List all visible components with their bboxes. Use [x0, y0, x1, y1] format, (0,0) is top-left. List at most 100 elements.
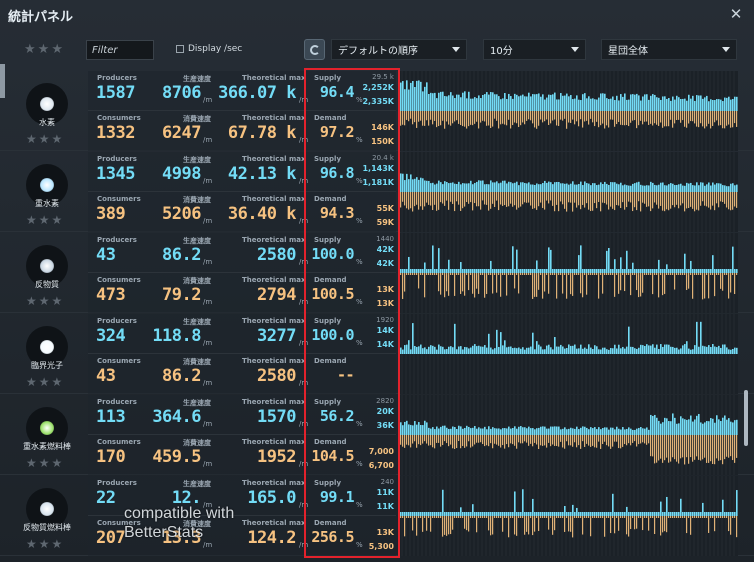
item-favorite-stars[interactable]: ★ ★ ★: [26, 457, 62, 470]
close-icon[interactable]: ✕: [728, 6, 744, 22]
item-favorite-stars[interactable]: ★ ★ ★: [26, 133, 62, 146]
demand-bar: [458, 435, 460, 442]
star-icon[interactable]: ★: [52, 538, 63, 551]
supply-bar: [724, 269, 726, 273]
item-favorite-stars[interactable]: ★ ★ ★: [26, 214, 62, 227]
supply-bar: [690, 512, 692, 516]
supply-bar: [642, 96, 644, 111]
supply-bar: [648, 429, 650, 435]
star-icon[interactable]: ★: [26, 457, 37, 470]
item-row[interactable]: 反物質 ★ ★ ★ Producers 43 生産速度 86.2 /m Theo…: [0, 233, 754, 313]
history-chart[interactable]: [398, 476, 738, 556]
supply-bar: [508, 93, 510, 111]
display-per-sec-toggle[interactable]: Display /sec: [176, 44, 242, 54]
star-icon[interactable]: ★: [52, 133, 63, 146]
demand-bar: [634, 435, 636, 442]
star-icon[interactable]: ★: [26, 376, 37, 389]
item-row[interactable]: 重水素燃料棒 ★ ★ ★ Producers 113 生産速度 364.6 /m…: [0, 395, 754, 475]
demand-bar: [694, 435, 696, 460]
demand-bar: [642, 516, 644, 531]
history-chart[interactable]: [398, 152, 738, 232]
star-icon[interactable]: ★: [39, 376, 50, 389]
star-icon[interactable]: ★: [52, 457, 63, 470]
demand-bar: [644, 516, 646, 518]
demand-bar: [602, 192, 604, 203]
item-row[interactable]: 水素 ★ ★ ★ Producers 1587 生産速度 8706 /m The…: [0, 71, 754, 151]
filter-input[interactable]: [86, 40, 154, 60]
supply-bar: [520, 95, 522, 111]
demand-bar: [524, 516, 526, 535]
supply-bar: [604, 347, 606, 354]
supply-bar: [534, 269, 536, 273]
per-min-unit: /m: [203, 217, 213, 225]
demand-bar: [608, 273, 610, 275]
supply-bar: [404, 269, 406, 273]
supply-bar: [628, 326, 630, 354]
item-row[interactable]: 反物質燃料棒 ★ ★ ★ Producers 22 生産速度 12. /m Th…: [0, 476, 754, 556]
demand-bar: [724, 192, 726, 204]
demand-bar: [412, 273, 414, 275]
history-chart[interactable]: [398, 233, 738, 313]
supply-bar: [642, 512, 644, 516]
demand-bar: [454, 111, 456, 122]
time-range-dropdown[interactable]: 10分: [483, 39, 586, 60]
supply-bar: [520, 426, 522, 435]
supply-bar: [462, 92, 464, 111]
star-icon[interactable]: ★: [39, 133, 50, 146]
star-icon[interactable]: ★: [26, 214, 37, 227]
supply-bar: [420, 424, 422, 435]
demand-bar: [618, 516, 620, 531]
supply-bar: [526, 269, 528, 273]
demand-bar: [508, 435, 510, 448]
demand-bar: [638, 435, 640, 445]
demand-bar: [706, 516, 708, 518]
star-icon[interactable]: ★: [39, 214, 50, 227]
demand-bar: [694, 192, 696, 212]
checkbox-icon[interactable]: [176, 45, 184, 53]
star-icon[interactable]: ★: [52, 214, 63, 227]
demand-bar: [634, 111, 636, 121]
sort-order-dropdown[interactable]: デフォルトの順序: [331, 39, 467, 60]
star-icon[interactable]: ★: [39, 457, 50, 470]
demand-bar: [648, 273, 650, 275]
supply-bar: [542, 512, 544, 516]
star-icon[interactable]: ★: [52, 295, 63, 308]
star-icon[interactable]: ★: [39, 295, 50, 308]
scope-dropdown[interactable]: 星団全体: [601, 39, 737, 60]
history-chart[interactable]: [398, 71, 738, 151]
demand-bar: [660, 516, 662, 536]
star-icon[interactable]: ★: [39, 538, 50, 551]
history-chart[interactable]: [398, 395, 738, 475]
star-icon[interactable]: ★: [26, 133, 37, 146]
vertical-scrollbar[interactable]: [744, 390, 748, 446]
star-icon[interactable]: ★: [26, 295, 37, 308]
history-chart-svg: [398, 476, 738, 556]
item-favorite-stars[interactable]: ★ ★ ★: [26, 376, 62, 389]
demand-bar: [582, 273, 584, 298]
supply-bar: [472, 427, 474, 435]
demand-bar: [696, 192, 698, 210]
supply-bar: [586, 512, 588, 516]
item-row[interactable]: 重水素 ★ ★ ★ Producers 1345 生産速度 4998 /m Th…: [0, 152, 754, 232]
item-row[interactable]: 臨界光子 ★ ★ ★ Producers 324 生産速度 118.8 /m T…: [0, 314, 754, 394]
demand-bar: [620, 516, 622, 518]
sort-icon[interactable]: [304, 39, 325, 60]
star-icon[interactable]: ★: [52, 376, 63, 389]
supply-bar: [716, 415, 718, 435]
demand-bar: [428, 516, 430, 518]
supply-bar: [608, 429, 610, 435]
supply-bar: [496, 181, 498, 192]
demand-bar: [520, 273, 522, 275]
star-icon[interactable]: ★: [26, 538, 37, 551]
supply-bar: [416, 424, 418, 435]
history-chart[interactable]: [398, 314, 738, 394]
item-favorite-stars[interactable]: ★ ★ ★: [26, 295, 62, 308]
star-icon[interactable]: ★: [38, 43, 50, 56]
supply-bar: [712, 418, 714, 435]
star-icon[interactable]: ★: [51, 43, 63, 56]
demand-bar: [720, 192, 722, 202]
favorite-filter-stars[interactable]: ★ ★ ★: [24, 43, 63, 56]
demand-bar: [534, 273, 536, 297]
item-favorite-stars[interactable]: ★ ★ ★: [26, 538, 62, 551]
star-icon[interactable]: ★: [24, 43, 36, 56]
